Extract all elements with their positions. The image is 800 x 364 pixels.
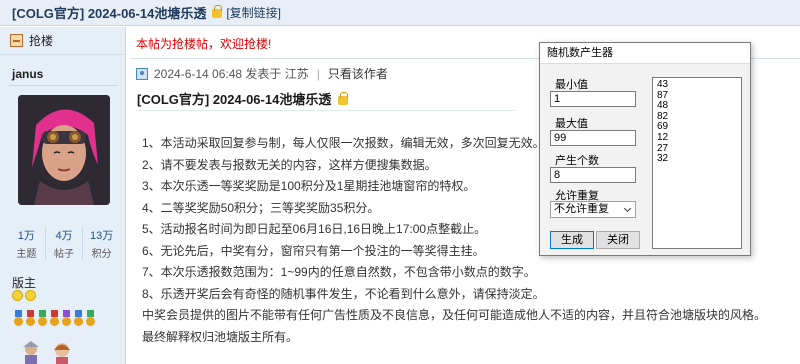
medal-icon[interactable] — [25, 310, 36, 327]
medal-icon[interactable] — [13, 310, 24, 327]
lock-icon — [212, 5, 223, 18]
stat-value: 1万 — [17, 230, 35, 242]
badge-characters — [20, 341, 74, 364]
repeat-select[interactable]: 不允许重复 — [550, 201, 636, 218]
medal-icon[interactable] — [61, 310, 72, 327]
author-sidebar: 抢楼 janus 1万 主题 4万 帖子 13万 积分 版主 — [0, 27, 126, 364]
avatar[interactable] — [18, 95, 110, 205]
post-title-text: [COLG官方] 2024-06-14池塘乐透 — [137, 92, 332, 107]
repeat-select-value: 不允许重复 — [554, 203, 609, 215]
author-role: 版主 — [12, 276, 37, 290]
author-stats: 1万 主题 4万 帖子 13万 积分 — [8, 227, 120, 260]
generate-button[interactable]: 生成 — [550, 231, 594, 249]
grab-floor-button[interactable]: 抢楼 — [0, 27, 126, 55]
rng-dialog-title[interactable]: 随机数产生器 — [540, 43, 750, 64]
floor-icon — [10, 34, 23, 47]
stat-label: 主题 — [16, 249, 37, 260]
rule-line: 最终解释权归池塘版主所有。 — [142, 329, 299, 344]
count-input[interactable]: 8 — [550, 167, 636, 183]
thread-title: [COLG官方] 2024-06-14池塘乐透 — [12, 6, 207, 21]
rule-line: 7、本次乐透报数范围为：1~99内的任意自然数，不包含带小数点的数字。 — [142, 265, 536, 279]
smiley-icon — [12, 290, 23, 301]
grab-floor-label: 抢楼 — [29, 34, 54, 48]
stat-points[interactable]: 13万 积分 — [83, 227, 120, 260]
divider — [136, 110, 516, 111]
lock-icon — [338, 92, 349, 105]
medal-icon[interactable] — [37, 310, 48, 327]
rule-line: 中奖会员提供的图片不能带有任何广告性质及不良信息，及任何可能造成他人不适的内容，… — [142, 308, 767, 322]
results-list[interactable]: 43 87 48 82 69 12 27 32 — [652, 77, 742, 249]
chevron-down-icon — [623, 204, 632, 213]
role-icons — [12, 290, 36, 301]
result-item: 82 — [657, 110, 669, 122]
result-item: 43 — [657, 79, 669, 90]
floor-notice: 本帖为抢楼帖，欢迎抢楼! — [136, 37, 272, 51]
copy-link[interactable]: [复制链接] — [226, 4, 281, 21]
post-date: 2024-6-14 06:48 发表于 江苏 — [154, 67, 309, 81]
max-label: 最大值 — [555, 118, 588, 130]
result-item: 87 — [657, 89, 669, 101]
stat-topics[interactable]: 1万 主题 — [8, 227, 46, 260]
author-username[interactable]: janus — [12, 67, 43, 81]
stat-value: 13万 — [90, 230, 114, 242]
medal-icon[interactable] — [85, 310, 96, 327]
post-title: [COLG官方] 2024-06-14池塘乐透 — [137, 89, 349, 108]
smiley-icon — [25, 290, 36, 301]
medal-icon[interactable] — [49, 310, 60, 327]
result-item: 27 — [657, 142, 669, 154]
stat-posts[interactable]: 4万 帖子 — [46, 227, 84, 260]
stat-value: 4万 — [55, 230, 73, 242]
user-icon — [136, 67, 148, 80]
only-author-link[interactable]: 只看该作者 — [328, 65, 388, 82]
character-badge-icon — [54, 343, 70, 364]
min-label: 最小值 — [555, 79, 588, 91]
medal-icon[interactable] — [73, 310, 84, 327]
thread-title-bar: [COLG官方] 2024-06-14池塘乐透 [复制链接] — [0, 0, 800, 26]
result-item: 69 — [657, 121, 669, 133]
separator: | — [316, 66, 320, 81]
rng-dialog: 随机数产生器 最小值 1 最大值 99 产生个数 8 允许重复 不允许重复 生成… — [539, 42, 751, 256]
stat-label: 积分 — [91, 249, 112, 260]
max-input[interactable]: 99 — [550, 130, 636, 146]
stat-label: 帖子 — [54, 249, 74, 260]
count-label: 产生个数 — [555, 155, 599, 167]
avatar-image — [18, 95, 110, 205]
close-button[interactable]: 关闭 — [596, 231, 640, 249]
post-meta: 2024-6-14 06:48 发表于 江苏 | 只看该作者 — [136, 65, 388, 82]
result-item: 12 — [657, 131, 669, 143]
min-input[interactable]: 1 — [550, 91, 636, 107]
result-item: 48 — [657, 100, 669, 112]
rule-line: 8、乐透开奖后会有奇怪的随机事件发生，不论看到什么意外，请保持淡定。 — [142, 286, 545, 301]
divider — [8, 85, 118, 86]
medal-row — [13, 310, 96, 327]
result-item: 32 — [657, 153, 669, 165]
character-badge-icon — [23, 341, 39, 364]
